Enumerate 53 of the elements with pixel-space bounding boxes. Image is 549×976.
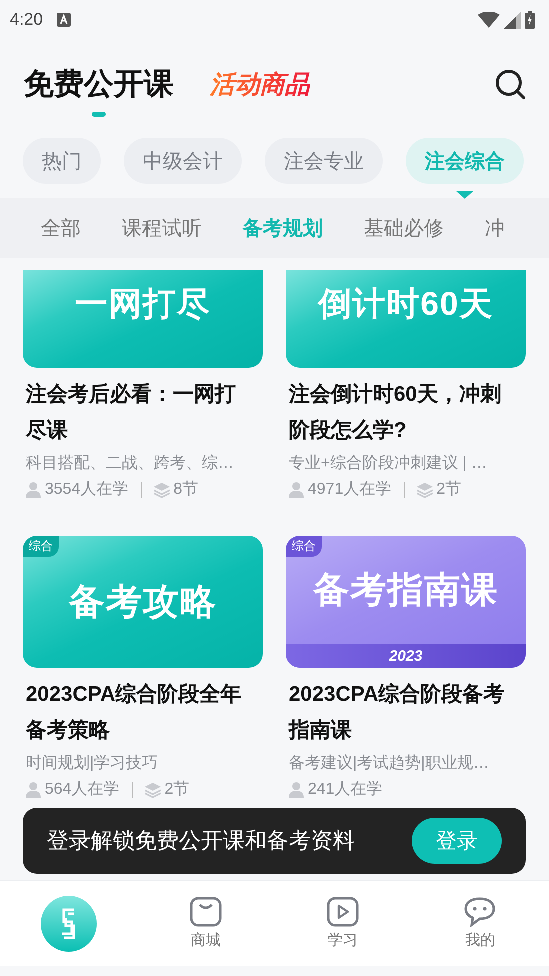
- category-chip[interactable]: 热门: [23, 138, 101, 184]
- subcategory-tab[interactable]: 基础必修: [364, 214, 444, 242]
- course-title[interactable]: 注会考后必看：一网打尽课: [26, 377, 252, 449]
- subcategory-tab[interactable]: 冲: [485, 214, 505, 242]
- year-ribbon: 2023: [286, 644, 526, 668]
- learner-count: 3554人在学: [45, 480, 129, 500]
- nav-tab[interactable]: 商城: [137, 881, 274, 966]
- chat-icon: [464, 897, 496, 927]
- cover-title: 一网打尽: [75, 284, 211, 324]
- banner-text: 登录解锁免费公开课和备考资料: [47, 827, 356, 855]
- lesson-count: 8节: [174, 480, 198, 500]
- person-icon: [26, 482, 41, 498]
- signal-icon: [504, 12, 521, 28]
- course-title[interactable]: 2023CPA综合阶段全年备考策略: [26, 677, 252, 749]
- login-button[interactable]: 登录: [412, 818, 502, 864]
- person-icon: [289, 782, 304, 798]
- logo-icon: [40, 896, 97, 952]
- lesson-count: 2节: [164, 780, 190, 800]
- subcategory-tab[interactable]: 课程试听: [122, 214, 202, 242]
- layers-icon: [144, 782, 161, 798]
- course-title[interactable]: 2023CPA综合阶段备考指南课: [289, 677, 515, 749]
- lesson-count: 2节: [436, 480, 462, 500]
- learner-count: 564人在学: [45, 780, 120, 800]
- person-icon: [26, 782, 41, 798]
- cover-title: 备考指南课: [314, 568, 498, 612]
- course-subtitle: 时间规划|学习技巧: [26, 754, 160, 774]
- search-icon[interactable]: [495, 69, 527, 101]
- subcategory-tab[interactable]: 备考规划: [243, 214, 323, 242]
- category-chip[interactable]: 注会专业: [265, 138, 383, 184]
- battery-icon: [525, 11, 535, 29]
- nav-tab[interactable]: 我的: [412, 881, 549, 966]
- layers-icon: [154, 482, 170, 498]
- status-time: 4:20: [10, 10, 44, 30]
- category-chip[interactable]: 中级会计: [124, 138, 242, 184]
- notification-icon: [57, 13, 72, 27]
- bag-icon: [190, 897, 222, 927]
- cover-tag: 综合: [23, 536, 59, 557]
- cover-title: 备考攻略: [69, 580, 217, 624]
- learner-count: 241人在学: [308, 780, 383, 800]
- layers-icon: [416, 482, 433, 498]
- subcategory-tab[interactable]: 全部: [41, 214, 81, 242]
- person-icon: [289, 482, 304, 498]
- course-subtitle: 科目搭配、二战、跨考、综…: [26, 454, 235, 474]
- cover-title: 倒计时60天: [318, 284, 494, 324]
- course-subtitle: 备考建议|考试趋势|职业规…: [289, 754, 490, 774]
- learner-count: 4971人在学: [308, 480, 392, 500]
- nav-tab[interactable]: 学习: [274, 881, 412, 966]
- course-subtitle: 专业+综合阶段冲刺建议 | …: [289, 454, 488, 474]
- header-tab[interactable]: 免费公开课: [24, 53, 174, 117]
- wifi-icon: [478, 12, 500, 28]
- course-title[interactable]: 注会倒计时60天，冲刺阶段怎么学?: [289, 377, 515, 449]
- cover-tag: 综合: [286, 536, 322, 557]
- play-icon: [327, 897, 360, 927]
